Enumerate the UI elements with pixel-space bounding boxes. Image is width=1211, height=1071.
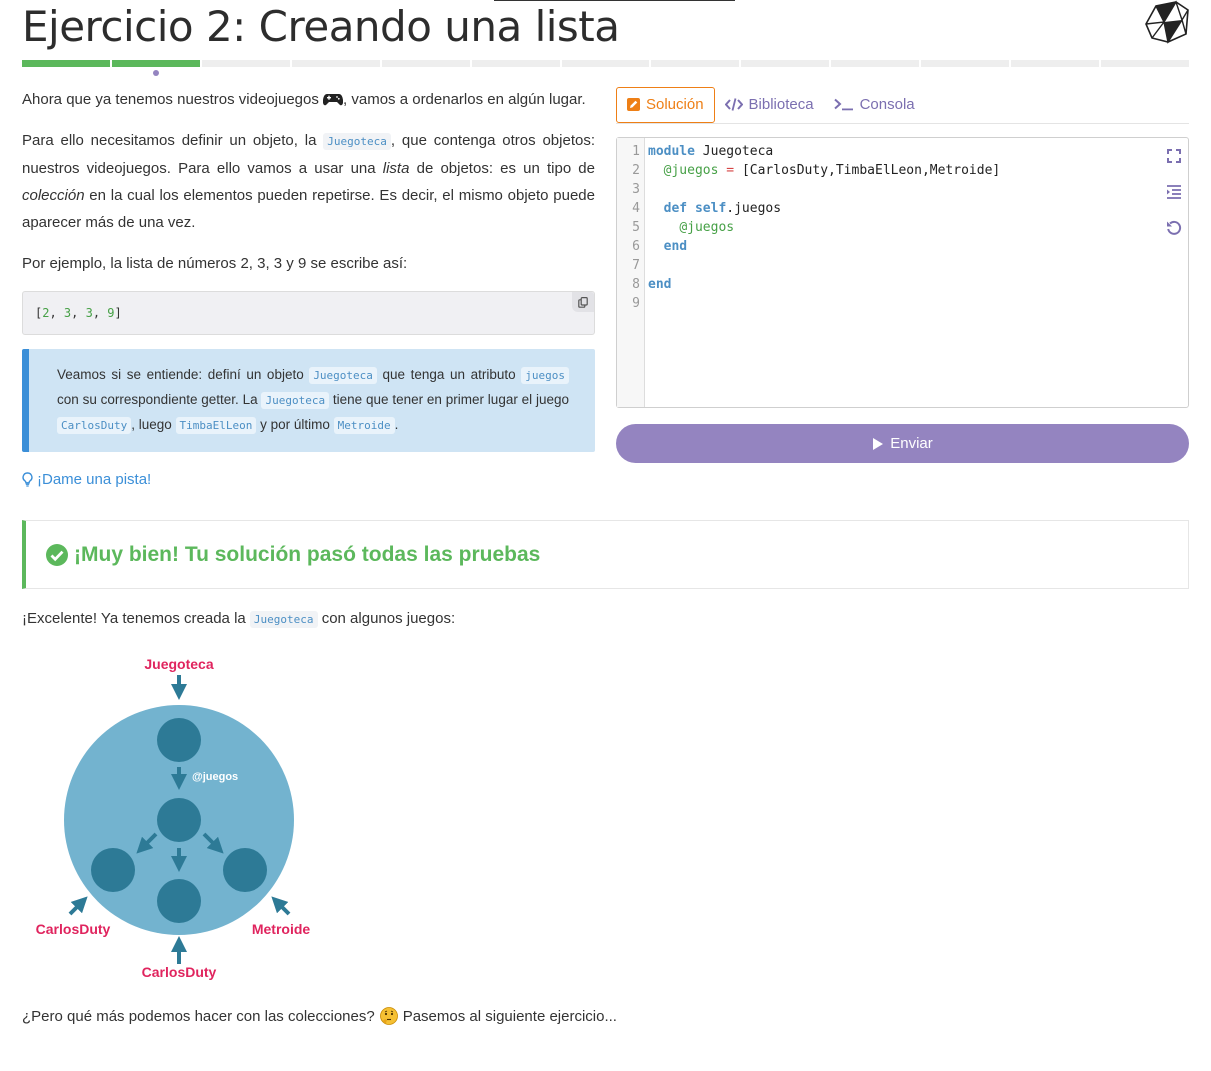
diagram-label-juegoteca: Juegoteca [144, 656, 213, 672]
intro-paragraph: Ahora que ya tenemos nuestros videojuego… [22, 91, 586, 108]
play-icon [873, 437, 884, 450]
thinking-face-icon [379, 1007, 398, 1025]
edit-icon [627, 98, 640, 111]
result-title: ¡Muy bien! Tu solución pasó todas las pr… [74, 542, 541, 566]
carlosduty-node-left [91, 848, 135, 892]
lightbulb-icon [22, 472, 33, 487]
page-title: Ejercicio 2: Creando una lista [22, 2, 620, 51]
progress-segment-8[interactable] [651, 60, 740, 67]
solution-panel: Solución Biblioteca Consola 1 module Jueg… [616, 86, 1189, 463]
progress-segment-1[interactable] [22, 60, 110, 67]
juegoteca-diagram: Juegoteca @juegos CarlosDuty Metroide Ca… [36, 656, 311, 980]
code-editor[interactable]: 1 module Juegoteca 2 @juegos = [CarlosDut… [616, 137, 1189, 408]
progress-segment-2[interactable] [111, 60, 200, 67]
format-code-icon[interactable] [1166, 184, 1182, 200]
example-code-block: [2, 3, 3, 9] [22, 291, 595, 335]
list-node [157, 798, 201, 842]
ruby-logo-icon [1145, 0, 1189, 44]
tab-solution[interactable]: Solución [616, 86, 715, 123]
check-circle-icon [46, 543, 68, 566]
assignment-box: Veamos si se entiende: definí un objeto … [22, 349, 595, 452]
juegoteca-reference [157, 718, 201, 762]
hint-label: ¡Dame una pista! [37, 471, 152, 488]
hint-link[interactable]: ¡Dame una pista! [22, 466, 595, 493]
diagram-label-left: CarlosDuty [36, 921, 111, 937]
diagram-label-attribute: @juegos [192, 771, 238, 783]
exercise-description: Ahora que ya tenemos nuestros videojuego… [22, 86, 595, 493]
fullscreen-icon[interactable] [1166, 148, 1182, 164]
result-banner: ¡Muy bien! Tu solución pasó todas las pr… [22, 520, 1189, 589]
current-exercise-indicator [153, 70, 159, 76]
example-code: [2, 3, 3, 9] [35, 306, 122, 320]
progress-segment-9[interactable] [741, 60, 830, 67]
example-paragraph: Por ejemplo, la lista de números 2, 3, 3… [22, 255, 408, 272]
diagram-label-bottom: CarlosDuty [142, 964, 217, 980]
progress-segment-12[interactable] [1011, 60, 1100, 67]
editor-content[interactable]: 1 module Juegoteca 2 @juegos = [CarlosDut… [617, 142, 1000, 313]
gamepad-icon [322, 94, 344, 106]
progress-segment-11[interactable] [921, 60, 1010, 67]
inline-code: Juegoteca [323, 133, 391, 150]
closing-text: ¿Pero qué más podemos hacer con las cole… [22, 1007, 617, 1025]
timba-node-bottom [157, 879, 201, 923]
tab-library[interactable]: Biblioteca [715, 87, 824, 123]
progress-segment-10[interactable] [831, 60, 920, 67]
progress-segment-5[interactable] [381, 60, 470, 67]
copy-icon [578, 296, 588, 308]
metroide-node-right [223, 848, 267, 892]
editor-tabs: Solución Biblioteca Consola [616, 86, 1189, 124]
progress-segment-6[interactable] [471, 60, 560, 67]
top-divider [494, 0, 735, 1]
progress-segment-3[interactable] [201, 60, 290, 67]
code-icon [724, 98, 743, 111]
diagram-label-right: Metroide [252, 921, 311, 937]
progress-segment-7[interactable] [561, 60, 650, 67]
terminal-icon [833, 98, 853, 111]
progress-segment-4[interactable] [291, 60, 380, 67]
collection-paragraph: Para ello necesitamos definir un objeto,… [22, 132, 595, 231]
progress-segment-13[interactable] [1101, 60, 1189, 67]
reset-icon[interactable] [1166, 220, 1182, 236]
copy-button[interactable] [572, 292, 594, 312]
exercise-progress-bar [22, 60, 1189, 67]
submit-button[interactable]: Enviar [616, 424, 1189, 463]
corollary-text: ¡Excelente! Ya tenemos creada la Juegote… [22, 610, 456, 628]
tab-console[interactable]: Consola [824, 87, 925, 123]
